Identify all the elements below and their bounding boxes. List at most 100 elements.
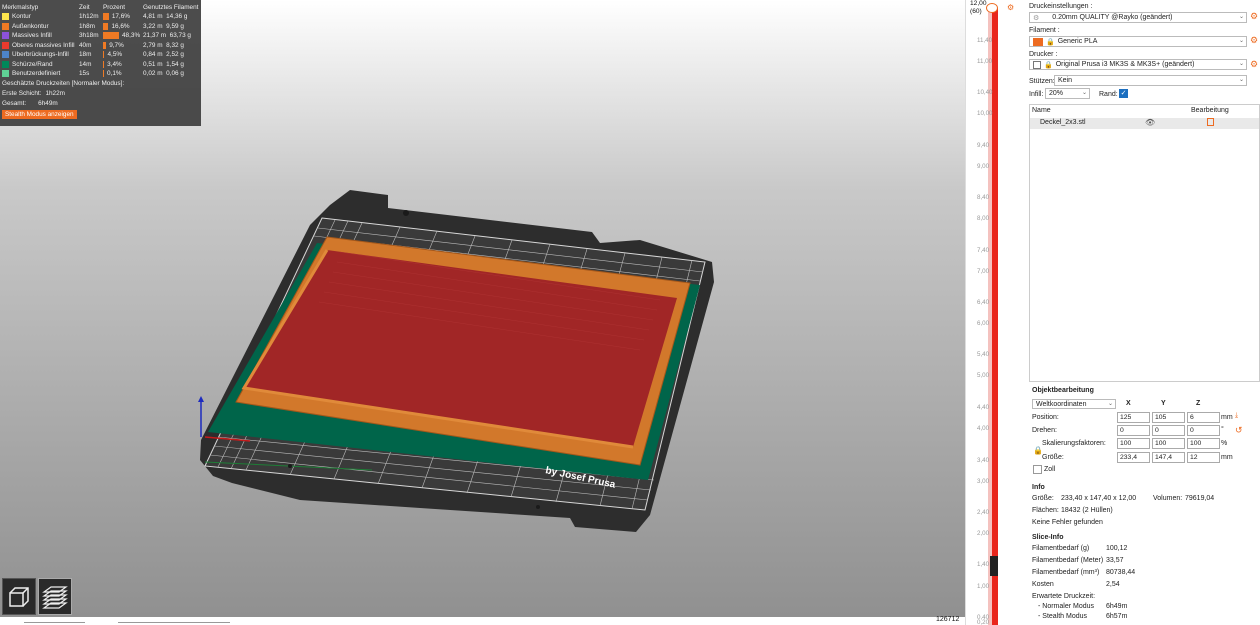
layers-icon	[42, 585, 68, 609]
rotate-z-input[interactable]: 0	[1187, 425, 1220, 436]
scale-y-input[interactable]: 100	[1152, 438, 1185, 449]
legend-percent: 4,5%	[107, 51, 123, 59]
scale-label: Skalierungsfaktoren:	[1042, 440, 1106, 447]
printer-combo[interactable]: 🔒 Original Prusa i3 MK3S & MK3S+ (geände…	[1029, 59, 1247, 70]
size-x-input[interactable]: 233,4	[1117, 452, 1150, 463]
layer-move-counter: 126712	[936, 616, 960, 623]
view-3d-button[interactable]	[2, 578, 36, 615]
slider-tick-label: 10,00	[977, 110, 993, 117]
slider-tick-label: 11,40	[977, 37, 993, 44]
first-layer-line: Erste Schicht: 1h22m	[2, 89, 199, 99]
rotate-x-input[interactable]: 0	[1117, 425, 1150, 436]
legend-percent: 17,6%	[111, 13, 130, 21]
inch-label: Zoll	[1044, 466, 1056, 473]
brim-checkbox[interactable]: ✓	[1119, 89, 1128, 98]
legend-feature: Oberes massives Infill	[2, 41, 79, 49]
legend-grams: 8,32 g	[166, 41, 184, 49]
slider-tick-label: 1,40	[977, 561, 990, 568]
horizontal-slider-track-right[interactable]	[118, 622, 230, 623]
legend-row: Überbrückungs-Infill 18m 4,5% 0,84 m 2,52 g	[2, 50, 199, 60]
position-y-input[interactable]: 105	[1152, 412, 1185, 423]
slice-info-label: Filamentbedarf (mm³)	[1032, 569, 1100, 576]
expected-time-label: Erwartete Druckzeit:	[1032, 593, 1096, 600]
infill-combo[interactable]: 20% ⌄	[1045, 88, 1090, 99]
axis-x-header: X	[1126, 400, 1131, 407]
legend-grams: 2,52 g	[166, 51, 184, 59]
scale-unit: %	[1221, 440, 1228, 447]
legend-header-percent: Prozent	[103, 4, 126, 11]
legend-percent-bar	[103, 51, 105, 59]
horizontal-slider[interactable]	[0, 617, 965, 625]
slider-cog-icon[interactable]: ⚙	[1007, 3, 1014, 12]
print-settings-combo[interactable]: ⚙ 0.20mm QUALITY @Rayko (geändert) ⌄	[1029, 12, 1247, 23]
slider-tick-label: 5,40	[977, 351, 990, 358]
eye-icon[interactable]: 👁	[1145, 118, 1155, 127]
view-layers-button[interactable]	[38, 578, 72, 615]
total-line: Gesamt: 6h49m	[2, 99, 199, 109]
legend-feature-name: Überbrückungs-Infill	[12, 51, 69, 59]
legend-feature-name: Benutzerdefiniert	[12, 70, 61, 78]
position-z-input[interactable]: 6	[1187, 412, 1220, 423]
lock-icon: 🔒	[1044, 61, 1053, 69]
position-x-input[interactable]: 125	[1117, 412, 1150, 423]
printer-icon	[1033, 60, 1041, 69]
rotate-unit: °	[1221, 426, 1224, 433]
print-settings-gear-icon[interactable]: ⚙	[1250, 11, 1258, 22]
vertical-layer-slider[interactable]: 12,00 (60) ⚙ 11,40 11,00 10,40 10,00 9,40 9,00…	[965, 0, 1025, 625]
slider-tick-label: 3,40	[977, 457, 990, 464]
legend-color-swatch	[2, 70, 9, 78]
edit-settings-icon[interactable]	[1207, 118, 1214, 126]
slider-tick-label: 2,40	[977, 509, 990, 516]
stealth-mode-button[interactable]: Stealth Modus anzeigen	[2, 109, 77, 119]
drop-to-bed-icon[interactable]: ⤓	[1235, 412, 1238, 420]
slice-info-title: Slice-Info	[1032, 534, 1064, 541]
legend-feature: Benutzerdefiniert	[2, 70, 79, 78]
object-list[interactable]: Name Bearbeitung Deckel_2x3.stl 👁	[1029, 104, 1260, 382]
rotate-y-input[interactable]: 0	[1152, 425, 1185, 436]
object-row[interactable]: Deckel_2x3.stl 👁	[1030, 118, 1259, 129]
slider-tick-label: 4,00	[977, 425, 990, 432]
slice-info-value: 100,12	[1106, 545, 1128, 552]
slider-lower-thumb[interactable]	[990, 556, 998, 576]
size-y-input[interactable]: 147,4	[1152, 452, 1185, 463]
coordinate-system-combo[interactable]: Weltkoordinaten ⌄	[1032, 399, 1116, 409]
size-z-input[interactable]: 12	[1187, 452, 1220, 463]
chevron-down-icon: ⌄	[1081, 90, 1087, 96]
legend-filament: 21,37 m 63,73 g	[143, 32, 199, 39]
legend-color-swatch	[2, 32, 9, 40]
inch-checkbox[interactable]	[1033, 465, 1042, 474]
size-label: Größe:	[1042, 454, 1064, 461]
legend-color-swatch	[2, 13, 9, 21]
legend-color-swatch	[2, 41, 9, 49]
scale-x-input[interactable]: 100	[1117, 438, 1150, 449]
reset-rotation-icon[interactable]: ↺	[1235, 425, 1243, 436]
scale-z-input[interactable]: 100	[1187, 438, 1220, 449]
slider-tick-label: 7,00	[977, 268, 990, 275]
legend-percent: 0,1%	[107, 70, 122, 78]
total-label: Gesamt:	[2, 100, 27, 107]
list-header-edit: Bearbeitung	[1191, 107, 1229, 114]
supports-value: Kein	[1058, 77, 1073, 84]
info-title: Info	[1032, 484, 1045, 491]
legend-percent: 3,4%	[107, 60, 122, 68]
slider-tick-label: 9,00	[977, 163, 990, 170]
printer-gear-icon[interactable]: ⚙	[1250, 59, 1258, 70]
slider-tick-label: 2,00	[977, 530, 990, 537]
slider-tick-label: 8,00	[977, 215, 990, 222]
object-name: Deckel_2x3.stl	[1040, 119, 1086, 126]
legend-rows: Kontur 1h12m 17,6% 4,81 m 14,36 g Außenkontu…	[2, 12, 199, 79]
legend-feature-name: Massives Infill	[12, 32, 52, 40]
filament-gear-icon[interactable]: ⚙	[1250, 35, 1258, 46]
supports-combo[interactable]: Kein ⌄	[1054, 75, 1247, 86]
first-layer-value: 1h22m	[45, 90, 65, 97]
3d-viewport[interactable]: by Josef Prusa Merkmalstyp Zeit Prozent …	[0, 0, 965, 625]
legend-panel: Merkmalstyp Zeit Prozent Genutztes Filam…	[0, 0, 201, 126]
filament-combo[interactable]: 🔒 Generic PLA ⌄	[1029, 36, 1247, 47]
legend-percent-cell: 16,6%	[103, 22, 143, 30]
slice-info-value: 80738,44	[1106, 569, 1136, 576]
slider-upper-thumb[interactable]	[986, 3, 998, 13]
info-volume-label: Volumen:	[1153, 495, 1183, 502]
slider-track[interactable]	[992, 8, 998, 625]
horizontal-slider-track-left[interactable]	[24, 622, 85, 623]
legend-percent-cell: 17,6%	[103, 13, 143, 21]
